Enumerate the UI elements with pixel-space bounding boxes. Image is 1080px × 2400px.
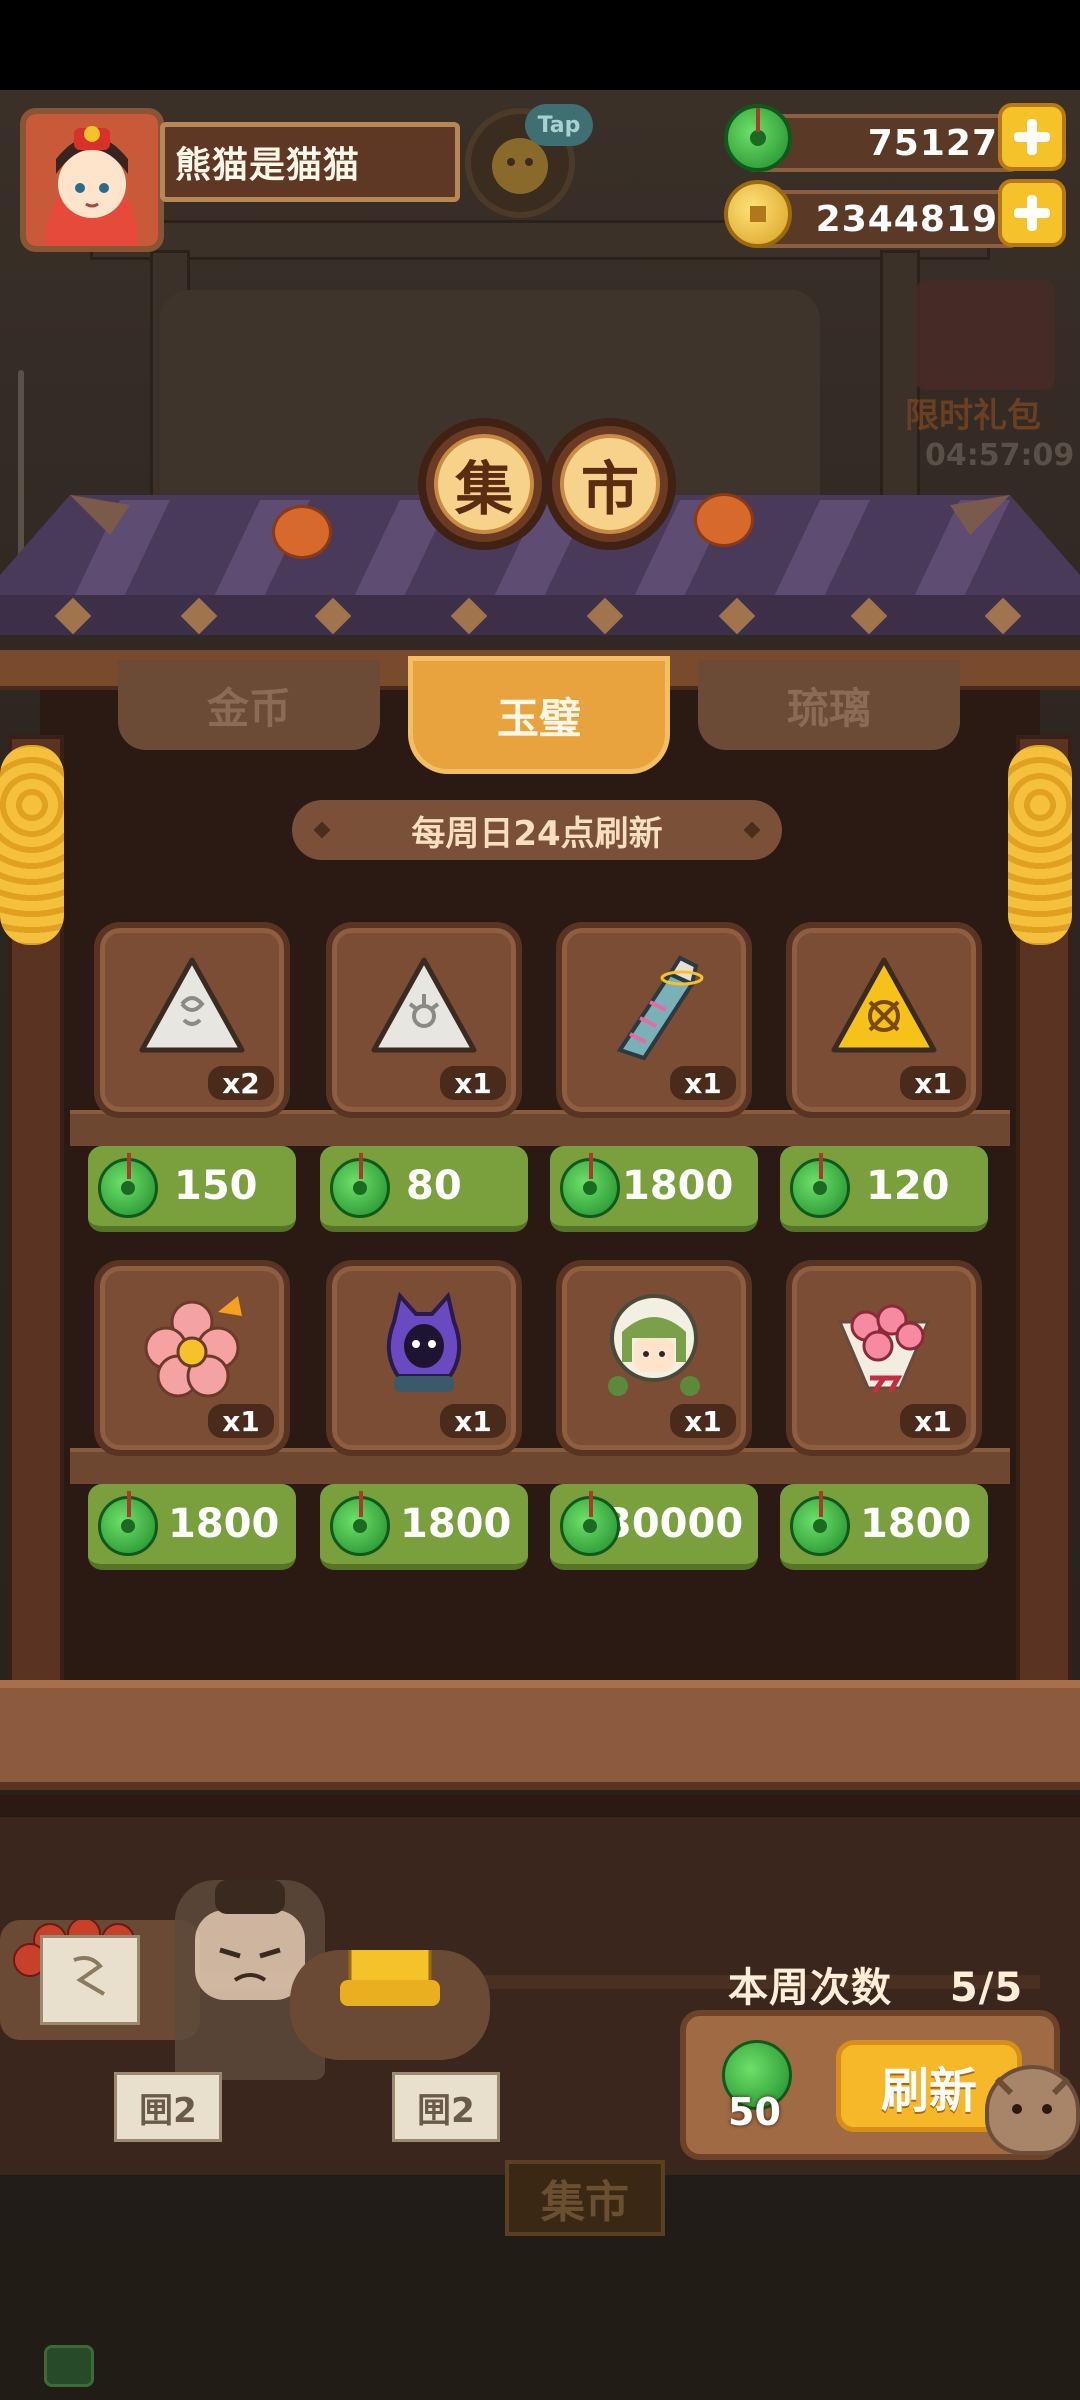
item-price: 1800: [168, 1501, 280, 1547]
item-price: 1800: [400, 1501, 512, 1547]
jade-icon: [560, 1491, 620, 1556]
item-quantity: x1: [900, 1404, 966, 1438]
tab-jade[interactable]: 玉璧: [408, 656, 670, 774]
rose-bouquet-icon: [837, 1304, 931, 1394]
gold-triangle-seal-icon: [831, 957, 937, 1053]
shop-item-slot[interactable]: x2: [94, 922, 290, 1118]
jade-icon: [98, 1153, 158, 1218]
title-medallion-right: 市: [544, 418, 676, 550]
limited-gift-timer: 04:57:09: [925, 438, 1075, 473]
jade-icon: [790, 1153, 850, 1218]
item-price: 120: [866, 1163, 950, 1209]
jade-icon: [98, 1491, 158, 1556]
add-jade-button[interactable]: [998, 103, 1066, 171]
purple-creature-icon: [386, 1292, 462, 1392]
white-triangle-stone-icon: [139, 957, 245, 1053]
hanging-corn-icon: [0, 745, 64, 945]
add-coin-button[interactable]: [998, 179, 1066, 247]
tab-label: 玉璧: [496, 693, 581, 743]
player-avatar[interactable]: [20, 108, 164, 252]
white-triangle-seal-icon: [371, 957, 477, 1053]
cat-pet-icon[interactable]: [985, 2065, 1080, 2155]
item-price: 30000: [604, 1501, 744, 1547]
vendor-price-sign: 㘡2: [114, 2072, 222, 2142]
jade-icon: [790, 1491, 850, 1556]
tab-label: 金币: [206, 683, 291, 733]
green-hair-girl-icon: [608, 1294, 700, 1396]
vendor-sign-icon: [40, 1935, 140, 2025]
item-price-button[interactable]: 1800: [780, 1484, 988, 1570]
shop-item-slot[interactable]: x1: [786, 1260, 982, 1456]
firework-rocket-icon: [616, 955, 704, 1061]
refresh-button-label: 刷新: [880, 2063, 977, 2119]
item-price: 1800: [860, 1501, 972, 1547]
item-price-button[interactable]: 30000: [550, 1484, 758, 1570]
item-quantity: x1: [670, 1066, 736, 1100]
market-signboard: 集市: [505, 2160, 665, 2236]
nav-indicator: [44, 2345, 94, 2387]
shop-item-slot[interactable]: x1: [556, 922, 752, 1118]
jade-icon: [560, 1153, 620, 1218]
tab-gold-coins[interactable]: 金币: [118, 660, 380, 750]
status-bar: [0, 0, 1080, 90]
pink-flower-icon: [144, 1296, 242, 1398]
item-price-button[interactable]: 80: [320, 1146, 528, 1232]
jade-balance: 75127: [867, 122, 998, 164]
jade-icon: [724, 104, 792, 172]
refresh-note: 每周日24点刷新: [411, 813, 663, 854]
bottom-area: [0, 2240, 1080, 2400]
item-quantity: x1: [208, 1404, 274, 1438]
item-price-button[interactable]: 120: [780, 1146, 988, 1232]
title-char-1: 集: [434, 434, 534, 534]
coin-balance: 2344819: [815, 198, 998, 240]
title-char-2: 市: [560, 434, 660, 534]
item-quantity: x1: [670, 1404, 736, 1438]
item-price: 1800: [622, 1163, 734, 1209]
item-quantity: x1: [440, 1066, 506, 1100]
item-price: 150: [174, 1163, 258, 1209]
shop-item-slot[interactable]: x1: [326, 922, 522, 1118]
title-medallion-left: 集: [418, 418, 550, 550]
weekly-count-value: 5/5: [949, 1965, 1024, 2011]
shop-item-slot[interactable]: x1: [94, 1260, 290, 1456]
limited-gift-label: 限时礼包: [905, 396, 1041, 436]
weekly-refresh-banner: 每周日24点刷新: [292, 800, 782, 860]
item-price-button[interactable]: 1800: [550, 1146, 758, 1232]
jade-icon: [330, 1491, 390, 1556]
shop-item-slot[interactable]: x1: [326, 1260, 522, 1456]
tap-badge: Tap: [525, 104, 593, 146]
player-name: 熊猫是猫猫: [175, 145, 361, 186]
jade-icon: [330, 1153, 390, 1218]
weekly-count-label: 本周次数: [728, 1965, 892, 2011]
item-quantity: x1: [900, 1066, 966, 1100]
item-price-button[interactable]: 1800: [88, 1484, 296, 1570]
persimmon-decoration-icon: [272, 505, 332, 559]
persimmon-decoration-icon: [694, 493, 754, 547]
item-price-button[interactable]: 1800: [320, 1484, 528, 1570]
item-price-button[interactable]: 150: [88, 1146, 296, 1232]
stall-counter: [0, 1680, 1080, 1790]
shop-item-slot[interactable]: x1: [786, 922, 982, 1118]
item-quantity: x1: [440, 1404, 506, 1438]
item-quantity: x2: [208, 1066, 274, 1100]
coin-icon: [724, 180, 792, 248]
weekly-refresh-count: 本周次数 5/5: [728, 1955, 1023, 2013]
player-name-plate: 熊猫是猫猫: [160, 122, 460, 202]
tab-glaze[interactable]: 琉璃: [698, 660, 960, 750]
tab-label: 琉璃: [786, 683, 871, 733]
limited-gift-icon[interactable]: [915, 280, 1055, 390]
gold-ingot-basket-icon: [290, 1936, 490, 2060]
shop-item-slot[interactable]: x1: [556, 1260, 752, 1456]
vendor-price-sign: 㘡2: [392, 2072, 500, 2142]
refresh-cost: 50: [728, 2090, 781, 2134]
hanging-corn-icon: [1008, 745, 1072, 945]
item-price: 80: [406, 1163, 462, 1209]
